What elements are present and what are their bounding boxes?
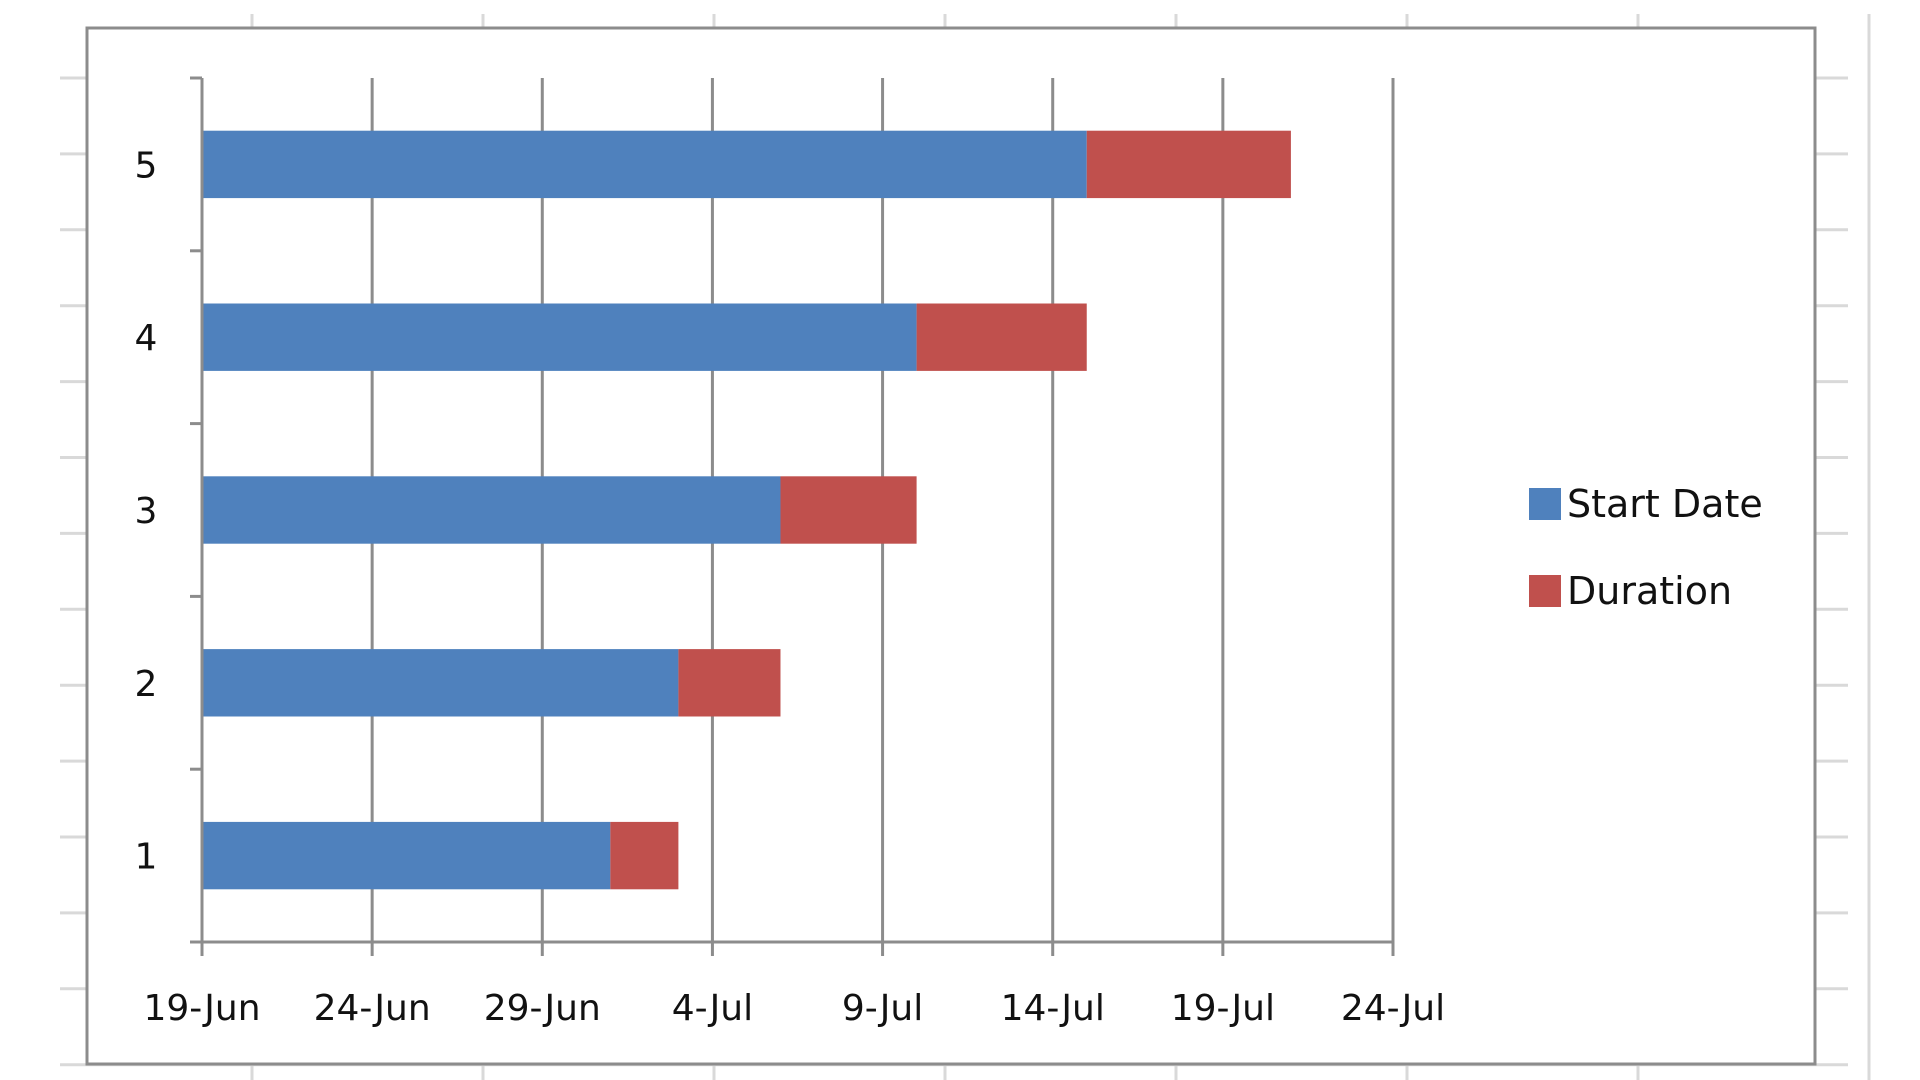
legend-swatch-duration: [1529, 575, 1561, 607]
bar-duration-4[interactable]: [916, 303, 1087, 371]
bar-duration-5[interactable]: [1086, 130, 1291, 199]
bar-start-date-5[interactable]: [202, 130, 1087, 199]
y-tick-label: 1: [135, 837, 158, 878]
x-tick-label: 29-Jun: [484, 988, 601, 1029]
y-tick-label: 5: [135, 145, 158, 186]
gantt-chart[interactable]: 19-Jun 24-Jun 29-Jun 4-Jul 9-Jul 14-Jul 19-Jul…: [0, 0, 1920, 1080]
bar-duration-1[interactable]: [610, 821, 679, 890]
x-tick-label: 9-Jul: [842, 988, 923, 1029]
x-tick-label: 24-Jul: [1341, 988, 1445, 1029]
bar-start-date-2[interactable]: [202, 649, 679, 717]
bar-duration-2[interactable]: [678, 649, 781, 717]
bar-start-date-3[interactable]: [202, 476, 781, 544]
x-tick-label: 14-Jul: [1001, 988, 1105, 1029]
y-tick-label: 3: [135, 491, 158, 532]
bar-start-date-4[interactable]: [202, 303, 917, 371]
legend-item-duration[interactable]: Duration: [1529, 569, 1732, 613]
x-tick-label: 19-Jun: [143, 988, 260, 1029]
y-tick-label: 2: [135, 664, 158, 705]
y-tick-label: 4: [135, 318, 158, 359]
x-tick-label: 19-Jul: [1171, 988, 1275, 1029]
legend-swatch-start-date: [1529, 488, 1561, 520]
bar-duration-3[interactable]: [780, 476, 917, 544]
x-tick-label: 24-Jun: [314, 988, 431, 1029]
legend-label-duration: Duration: [1567, 569, 1732, 613]
legend-label-start-date: Start Date: [1567, 482, 1763, 526]
x-tick-label: 4-Jul: [672, 988, 753, 1029]
bar-start-date-1[interactable]: [202, 821, 611, 890]
